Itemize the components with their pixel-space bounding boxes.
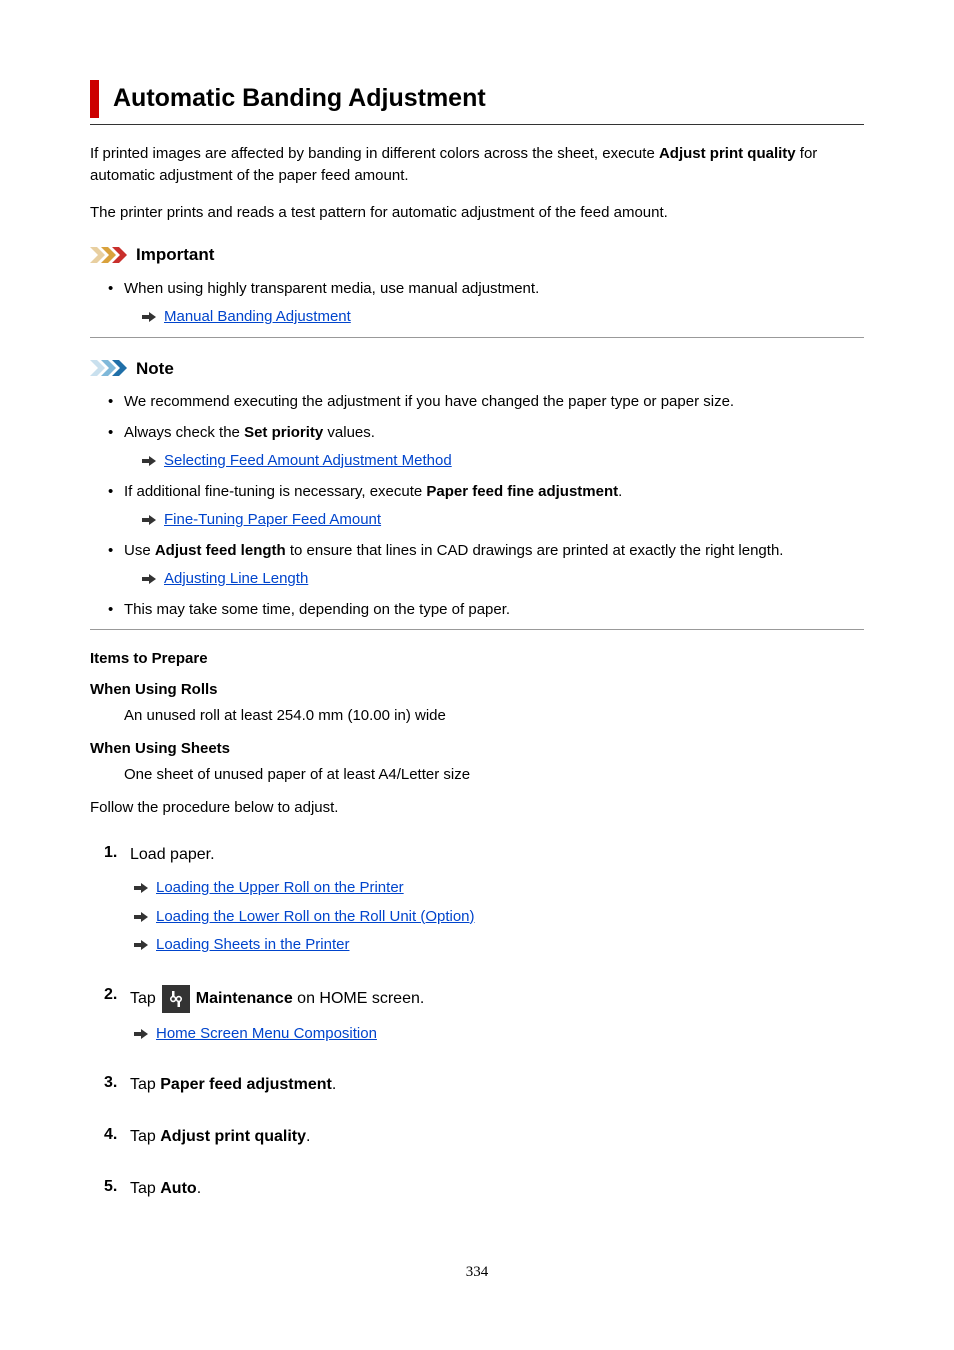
link-row: Selecting Feed Amount Adjustment Method xyxy=(142,450,864,473)
arrow-icon xyxy=(142,455,156,467)
intro-paragraph-1: If printed images are affected by bandin… xyxy=(90,143,864,188)
chevrons-icon xyxy=(90,360,130,376)
text: If printed images are affected by bandin… xyxy=(90,145,659,162)
arrow-icon xyxy=(134,1028,148,1040)
step-number: 5. xyxy=(104,1175,117,1199)
selecting-feed-amount-link[interactable]: Selecting Feed Amount Adjustment Method xyxy=(164,450,452,473)
loading-sheets-link[interactable]: Loading Sheets in the Printer xyxy=(156,934,349,957)
step-2-links: Home Screen Menu Composition xyxy=(130,1023,864,1046)
step-5: 5. Tap Auto. xyxy=(104,1175,864,1201)
link-row: Manual Banding Adjustment xyxy=(142,306,864,329)
when-using-rolls-heading: When Using Rolls xyxy=(90,679,864,702)
text: Tap xyxy=(130,1128,160,1145)
link-row: Adjusting Line Length xyxy=(142,568,864,591)
text: values. xyxy=(323,424,375,441)
step-1-text: Load paper. xyxy=(130,846,215,863)
note-item-2: Always check the Set priority values. Se… xyxy=(108,422,864,473)
text: . xyxy=(618,483,622,500)
intro-paragraph-2: The printer prints and reads a test patt… xyxy=(90,202,864,225)
note-label: Note xyxy=(136,356,174,382)
arrow-icon xyxy=(134,882,148,894)
follow-procedure-text: Follow the procedure below to adjust. xyxy=(90,797,864,820)
text: Use xyxy=(124,542,155,559)
text: to ensure that lines in CAD drawings are… xyxy=(286,542,784,559)
note-item-3: If additional fine-tuning is necessary, … xyxy=(108,481,864,532)
step-number: 2. xyxy=(104,983,117,1007)
step-2-text: Tap Maintenance on HOME screen. xyxy=(130,985,864,1013)
text: Always check the xyxy=(124,424,244,441)
maintenance-icon xyxy=(162,985,190,1013)
title-rule xyxy=(90,124,864,125)
arrow-icon xyxy=(142,514,156,526)
important-header: Important xyxy=(90,242,864,268)
adjusting-line-length-link[interactable]: Adjusting Line Length xyxy=(164,568,308,591)
important-label: Important xyxy=(136,242,214,268)
step-number: 3. xyxy=(104,1071,117,1095)
text-bold: Adjust print quality xyxy=(160,1128,306,1145)
step-number: 1. xyxy=(104,841,117,865)
title-block: Automatic Banding Adjustment xyxy=(90,80,864,118)
home-screen-menu-link[interactable]: Home Screen Menu Composition xyxy=(156,1023,377,1046)
page-number: 334 xyxy=(90,1261,864,1284)
text: . xyxy=(306,1128,310,1145)
step-1: 1. Load paper. Loading the Upper Roll on… xyxy=(104,841,864,957)
important-item-1: When using highly transparent media, use… xyxy=(108,278,864,329)
step-2: 2. Tap Maintenance on HOME screen. Home xyxy=(104,983,864,1046)
important-list: When using highly transparent media, use… xyxy=(108,278,864,329)
fine-tuning-paper-feed-link[interactable]: Fine-Tuning Paper Feed Amount xyxy=(164,509,381,532)
step-4-text: Tap Adjust print quality. xyxy=(130,1128,310,1145)
when-using-sheets-heading: When Using Sheets xyxy=(90,738,864,761)
page-content: Automatic Banding Adjustment If printed … xyxy=(0,0,954,1324)
note-rule xyxy=(90,629,864,630)
arrow-icon xyxy=(134,939,148,951)
note-item-5: This may take some time, depending on th… xyxy=(108,599,864,622)
text: Tap xyxy=(130,987,156,1011)
text-bold: Adjust print quality xyxy=(659,145,796,162)
text-bold: Paper feed fine adjustment xyxy=(426,483,618,500)
arrow-icon xyxy=(142,311,156,323)
step-5-text: Tap Auto. xyxy=(130,1180,201,1197)
text-bold: Auto xyxy=(160,1180,196,1197)
text: Tap xyxy=(130,1076,160,1093)
procedure-steps: 1. Load paper. Loading the Upper Roll on… xyxy=(104,841,864,1201)
text: on HOME screen. xyxy=(293,990,425,1007)
arrow-icon xyxy=(134,911,148,923)
text-bold: Adjust feed length xyxy=(155,542,286,559)
note-callout: Note We recommend executing the adjustme… xyxy=(90,356,864,631)
text: . xyxy=(332,1076,336,1093)
rolls-text: An unused roll at least 254.0 mm (10.00 … xyxy=(124,705,864,728)
text-bold: Maintenance xyxy=(196,990,293,1007)
text-bold: Paper feed adjustment xyxy=(160,1076,332,1093)
page-title: Automatic Banding Adjustment xyxy=(113,80,864,118)
text: Tap xyxy=(130,1180,160,1197)
step-4: 4. Tap Adjust print quality. xyxy=(104,1123,864,1149)
text: When using highly transparent media, use… xyxy=(124,280,539,297)
step-3: 3. Tap Paper feed adjustment. xyxy=(104,1071,864,1097)
text-bold: Set priority xyxy=(244,424,323,441)
loading-lower-roll-link[interactable]: Loading the Lower Roll on the Roll Unit … xyxy=(156,906,475,929)
chevrons-icon xyxy=(90,247,130,263)
note-item-4: Use Adjust feed length to ensure that li… xyxy=(108,540,864,591)
important-callout: Important When using highly transparent … xyxy=(90,242,864,338)
step-number: 4. xyxy=(104,1123,117,1147)
step-3-text: Tap Paper feed adjustment. xyxy=(130,1076,336,1093)
manual-banding-adjustment-link[interactable]: Manual Banding Adjustment xyxy=(164,306,351,329)
note-item-1: We recommend executing the adjustment if… xyxy=(108,391,864,414)
note-header: Note xyxy=(90,356,864,382)
text: If additional fine-tuning is necessary, … xyxy=(124,483,426,500)
important-rule xyxy=(90,337,864,338)
arrow-icon xyxy=(142,573,156,585)
loading-upper-roll-link[interactable]: Loading the Upper Roll on the Printer xyxy=(156,877,404,900)
items-to-prepare-heading: Items to Prepare xyxy=(90,648,864,671)
text: . xyxy=(197,1180,201,1197)
step-1-links: Loading the Upper Roll on the Printer Lo… xyxy=(130,877,864,957)
note-list: We recommend executing the adjustment if… xyxy=(108,391,864,621)
sheets-text: One sheet of unused paper of at least A4… xyxy=(124,764,864,787)
link-row: Fine-Tuning Paper Feed Amount xyxy=(142,509,864,532)
